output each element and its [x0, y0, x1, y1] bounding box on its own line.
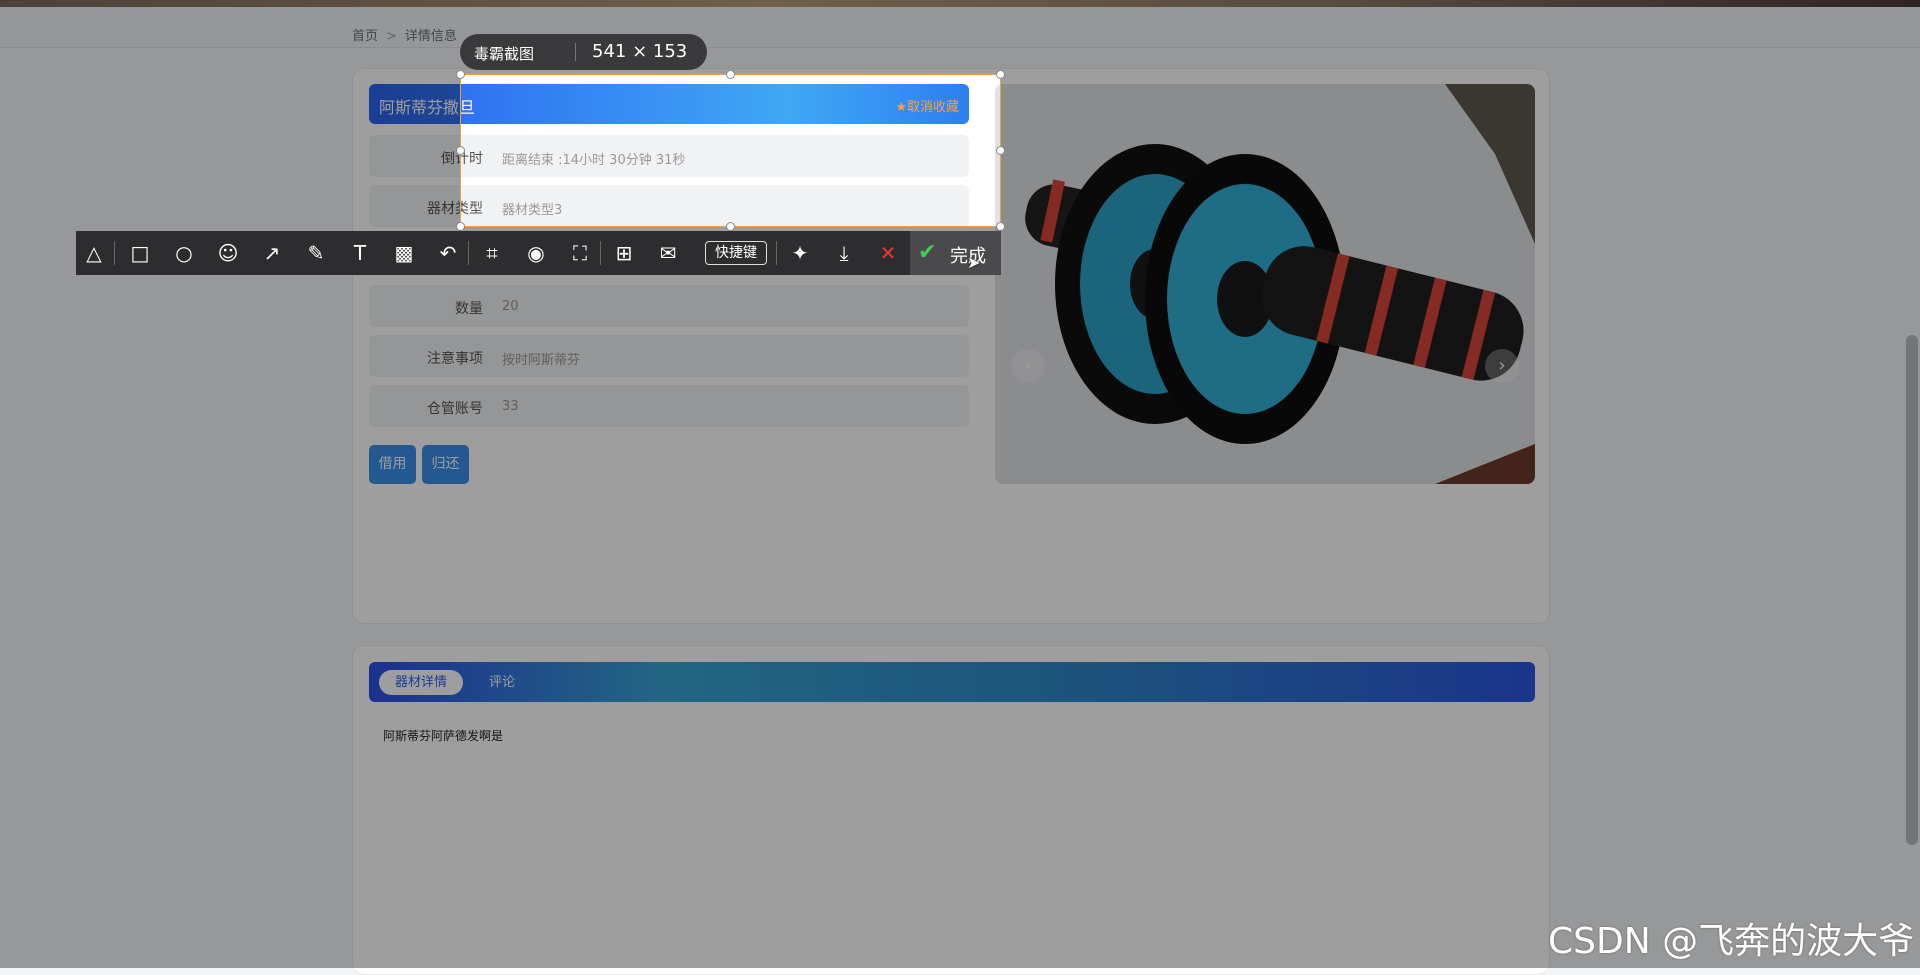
divider: [575, 43, 576, 61]
resize-handle[interactable]: [456, 70, 465, 79]
dim-overlay: [0, 0, 1920, 74]
record-icon[interactable]: ◉: [522, 239, 550, 267]
resize-handle[interactable]: [726, 70, 735, 79]
toolbar-divider: [468, 241, 469, 265]
toolbar-divider: [114, 241, 115, 265]
capture-dimensions: 541 × 153: [592, 41, 688, 62]
cancel-icon[interactable]: ✕: [874, 239, 902, 267]
resize-handle[interactable]: [996, 222, 1005, 231]
add-frame-icon[interactable]: ⊞: [610, 239, 638, 267]
pin-icon[interactable]: ✦: [786, 239, 814, 267]
checkmark-icon: ✔: [918, 240, 937, 265]
ocr-icon[interactable]: ⌗: [478, 239, 506, 267]
comment-icon[interactable]: ✉: [654, 239, 682, 267]
dim-overlay: [0, 74, 460, 227]
mouse-cursor-icon: ➤: [967, 253, 981, 272]
resize-handle[interactable]: [726, 222, 735, 231]
toolbar-divider: [600, 241, 601, 265]
rectangle-icon[interactable]: □: [126, 239, 154, 267]
long-capture-icon[interactable]: ⛶: [566, 239, 594, 267]
resize-handle[interactable]: [456, 222, 465, 231]
text-icon[interactable]: T: [346, 239, 374, 267]
resize-handle[interactable]: [996, 70, 1005, 79]
undo-icon[interactable]: ↶: [434, 239, 462, 267]
toolbar-divider: [776, 241, 777, 265]
circle-icon[interactable]: ○: [170, 239, 198, 267]
selection-box[interactable]: [456, 70, 1005, 231]
resize-handle[interactable]: [456, 146, 465, 155]
capture-size-tag: 毒霸截图 541 × 153: [460, 34, 707, 70]
download-icon[interactable]: ⤓: [830, 239, 858, 267]
done-button[interactable]: ✔ 完成: [910, 231, 1001, 275]
dim-overlay: [1001, 74, 1920, 227]
screenshot-toolbar: △ □ ○ ☺ ↗ ✎ T ▩ ↶ ⌗ ◉ ⛶ ⊞ ✉ 快捷键 ✦ ⤓ ✕ ✔ …: [76, 231, 1001, 275]
pen-icon[interactable]: ✎: [302, 239, 330, 267]
mosaic-icon[interactable]: ▩: [390, 239, 418, 267]
resize-handle[interactable]: [996, 146, 1005, 155]
arrow-icon[interactable]: ↗: [258, 239, 286, 267]
shortcut-keys-button[interactable]: 快捷键: [705, 241, 767, 265]
capture-app-name: 毒霸截图: [474, 45, 535, 63]
watermark: CSDN @飞奔的波大爷: [1548, 921, 1915, 962]
dim-overlay: [0, 227, 1920, 968]
shape-icon[interactable]: △: [80, 239, 108, 267]
emoji-icon[interactable]: ☺: [214, 239, 242, 267]
